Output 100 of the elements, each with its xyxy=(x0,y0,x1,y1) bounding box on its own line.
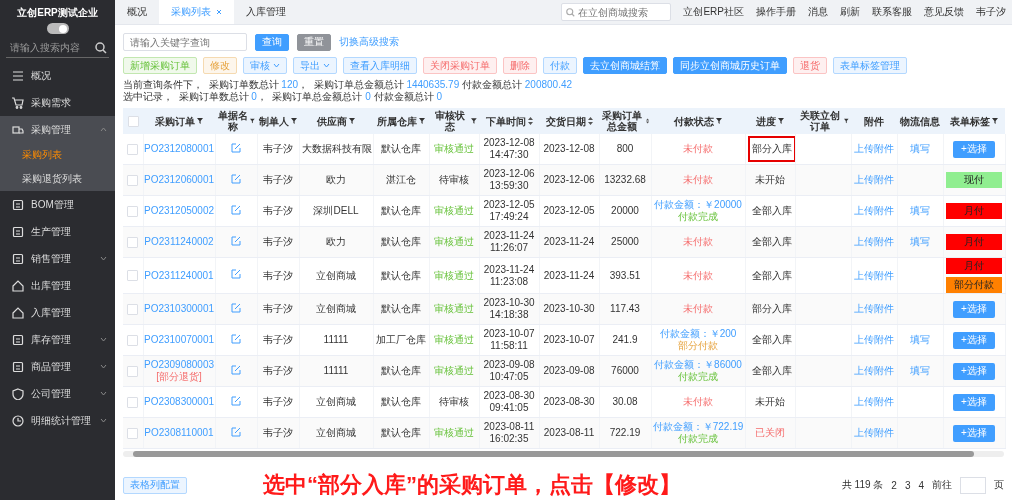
order-number-link[interactable]: PO2308300001 xyxy=(143,396,214,408)
order-number-link[interactable]: PO2312050002 xyxy=(143,205,214,217)
edit-icon[interactable] xyxy=(231,142,241,153)
row-checkbox[interactable] xyxy=(127,143,139,155)
filter-icon[interactable] xyxy=(349,118,355,124)
page-number[interactable]: 4 xyxy=(918,479,924,491)
toolbar-button[interactable]: 关闭采购订单 xyxy=(423,57,497,74)
sidebar-menu-item[interactable]: 生产管理 xyxy=(0,218,115,245)
sidebar-menu-item[interactable]: 商品管理 xyxy=(0,353,115,380)
toolbar-button[interactable]: 同步立创商城历史订单 xyxy=(673,57,787,74)
sort-icon[interactable] xyxy=(527,117,533,125)
tab[interactable]: 入库管理 xyxy=(234,0,298,24)
edit-icon[interactable] xyxy=(231,333,241,344)
upload-attachment-link[interactable]: 上传附件 xyxy=(854,334,894,345)
filter-icon[interactable] xyxy=(716,118,722,124)
fill-logistics-link[interactable]: 填写 xyxy=(910,334,930,345)
fill-logistics-link[interactable]: 填写 xyxy=(910,205,930,216)
row-checkbox[interactable] xyxy=(127,270,139,282)
sidebar-menu-item[interactable]: 概况 xyxy=(0,62,115,89)
edit-icon[interactable] xyxy=(231,426,241,437)
toolbar-button[interactable]: 付款 xyxy=(543,57,577,74)
page-number[interactable]: 2 xyxy=(891,479,897,491)
fill-logistics-link[interactable]: 填写 xyxy=(910,365,930,376)
horizontal-scrollbar[interactable] xyxy=(123,451,1004,457)
search-button[interactable]: 查询 xyxy=(255,33,289,51)
row-checkbox[interactable] xyxy=(127,236,139,248)
sidebar-menu-item[interactable]: 库存管理 xyxy=(0,326,115,353)
sidebar-submenu-item[interactable]: 采购退货列表 xyxy=(0,167,115,191)
toolbar-button[interactable]: 审核 xyxy=(243,57,287,74)
row-checkbox[interactable] xyxy=(127,174,139,186)
select-tag-button[interactable]: +选择 xyxy=(953,393,995,411)
select-tag-button[interactable]: +选择 xyxy=(953,300,995,318)
sort-icon[interactable] xyxy=(645,117,649,125)
row-checkbox[interactable] xyxy=(127,334,139,346)
edit-icon[interactable] xyxy=(231,235,241,246)
upload-attachment-link[interactable]: 上传附件 xyxy=(854,205,894,216)
upload-attachment-link[interactable]: 上传附件 xyxy=(854,269,894,281)
select-tag-button[interactable]: +选择 xyxy=(953,424,995,442)
edit-icon[interactable] xyxy=(231,204,241,215)
toolbar-button[interactable]: 退货 xyxy=(793,57,827,74)
filter-icon[interactable] xyxy=(291,118,297,124)
toolbar-button[interactable]: 导出 xyxy=(293,57,337,74)
filter-icon[interactable] xyxy=(844,118,849,124)
sidebar-menu-item[interactable]: 采购需求 xyxy=(0,89,115,116)
header-link[interactable]: 联系客服 xyxy=(872,5,912,19)
select-tag-button[interactable]: +选择 xyxy=(953,331,995,349)
sidebar-menu-item[interactable]: BOM管理 xyxy=(0,191,115,218)
theme-toggle[interactable] xyxy=(46,23,69,34)
upload-attachment-link[interactable]: 上传附件 xyxy=(854,143,894,154)
page-number[interactable]: 3 xyxy=(904,479,911,491)
toolbar-button[interactable]: 表单标签管理 xyxy=(833,57,907,74)
order-number-link[interactable]: PO2312080001 xyxy=(143,143,214,155)
tab[interactable]: 概况 xyxy=(115,0,159,24)
store-search-field[interactable]: 在立创商城搜索 xyxy=(561,3,672,21)
toolbar-button[interactable]: 去立创商城结算 xyxy=(583,57,667,74)
edit-icon[interactable] xyxy=(231,395,241,406)
edit-icon[interactable] xyxy=(231,364,241,375)
row-checkbox[interactable] xyxy=(127,365,139,377)
upload-attachment-link[interactable]: 上传附件 xyxy=(854,396,894,407)
select-tag-button[interactable]: +选择 xyxy=(953,140,995,158)
sidebar-menu-item[interactable]: 公司管理 xyxy=(0,380,115,407)
order-number-link[interactable]: PO2310070001 xyxy=(143,334,214,346)
row-checkbox[interactable] xyxy=(127,303,139,315)
sidebar-menu-item[interactable]: 销售管理 xyxy=(0,245,115,272)
toolbar-button[interactable]: 新增采购订单 xyxy=(123,57,197,74)
toolbar-button[interactable]: 删除 xyxy=(503,57,537,74)
sort-icon[interactable] xyxy=(587,117,593,125)
sidebar-submenu-item[interactable]: 采购列表 xyxy=(0,143,115,167)
select-tag-button[interactable]: +选择 xyxy=(953,362,995,380)
edit-icon[interactable] xyxy=(231,173,241,184)
header-link[interactable]: 意见反馈 xyxy=(924,5,964,19)
fill-logistics-link[interactable]: 填写 xyxy=(910,143,930,154)
header-link[interactable]: 操作手册 xyxy=(756,5,796,19)
column-header[interactable]: 付款状态 xyxy=(674,115,714,127)
order-number-link[interactable]: PO2311240001 xyxy=(144,269,214,282)
column-header[interactable]: 供应商 xyxy=(317,115,347,127)
menu-search-field[interactable]: 请输入搜索内容 xyxy=(6,38,109,58)
filter-icon[interactable] xyxy=(419,118,425,124)
filter-icon[interactable] xyxy=(250,118,255,124)
advanced-search-link[interactable]: 切换高级搜索 xyxy=(339,35,399,49)
toolbar-button[interactable]: 查看入库明细 xyxy=(343,57,417,74)
page-input[interactable] xyxy=(960,476,986,494)
close-icon[interactable] xyxy=(216,9,222,15)
search-icon[interactable] xyxy=(95,41,107,54)
filter-icon[interactable] xyxy=(471,118,477,124)
order-number-link[interactable]: PO2309080003 xyxy=(143,359,214,371)
header-link[interactable]: 刷新 xyxy=(840,5,860,19)
sidebar-menu-item[interactable]: 采购管理 xyxy=(0,116,115,143)
filter-icon[interactable] xyxy=(197,118,203,124)
column-config-button[interactable]: 表格列配置 xyxy=(123,476,187,494)
header-link[interactable]: 消息 xyxy=(808,5,828,19)
fill-logistics-link[interactable]: 填写 xyxy=(910,236,930,247)
header-link[interactable]: 立创ERP社区 xyxy=(683,5,744,19)
tab[interactable]: 采购列表 xyxy=(159,0,234,24)
header-link[interactable]: 韦子汐 xyxy=(976,5,1006,19)
row-checkbox[interactable] xyxy=(127,427,139,439)
toolbar-button[interactable]: 修改 xyxy=(203,57,237,74)
keyword-search-field[interactable]: 请输入关键字查询 xyxy=(123,33,247,51)
row-checkbox[interactable] xyxy=(127,396,139,408)
sidebar-menu-item[interactable]: 入库管理 xyxy=(0,299,115,326)
